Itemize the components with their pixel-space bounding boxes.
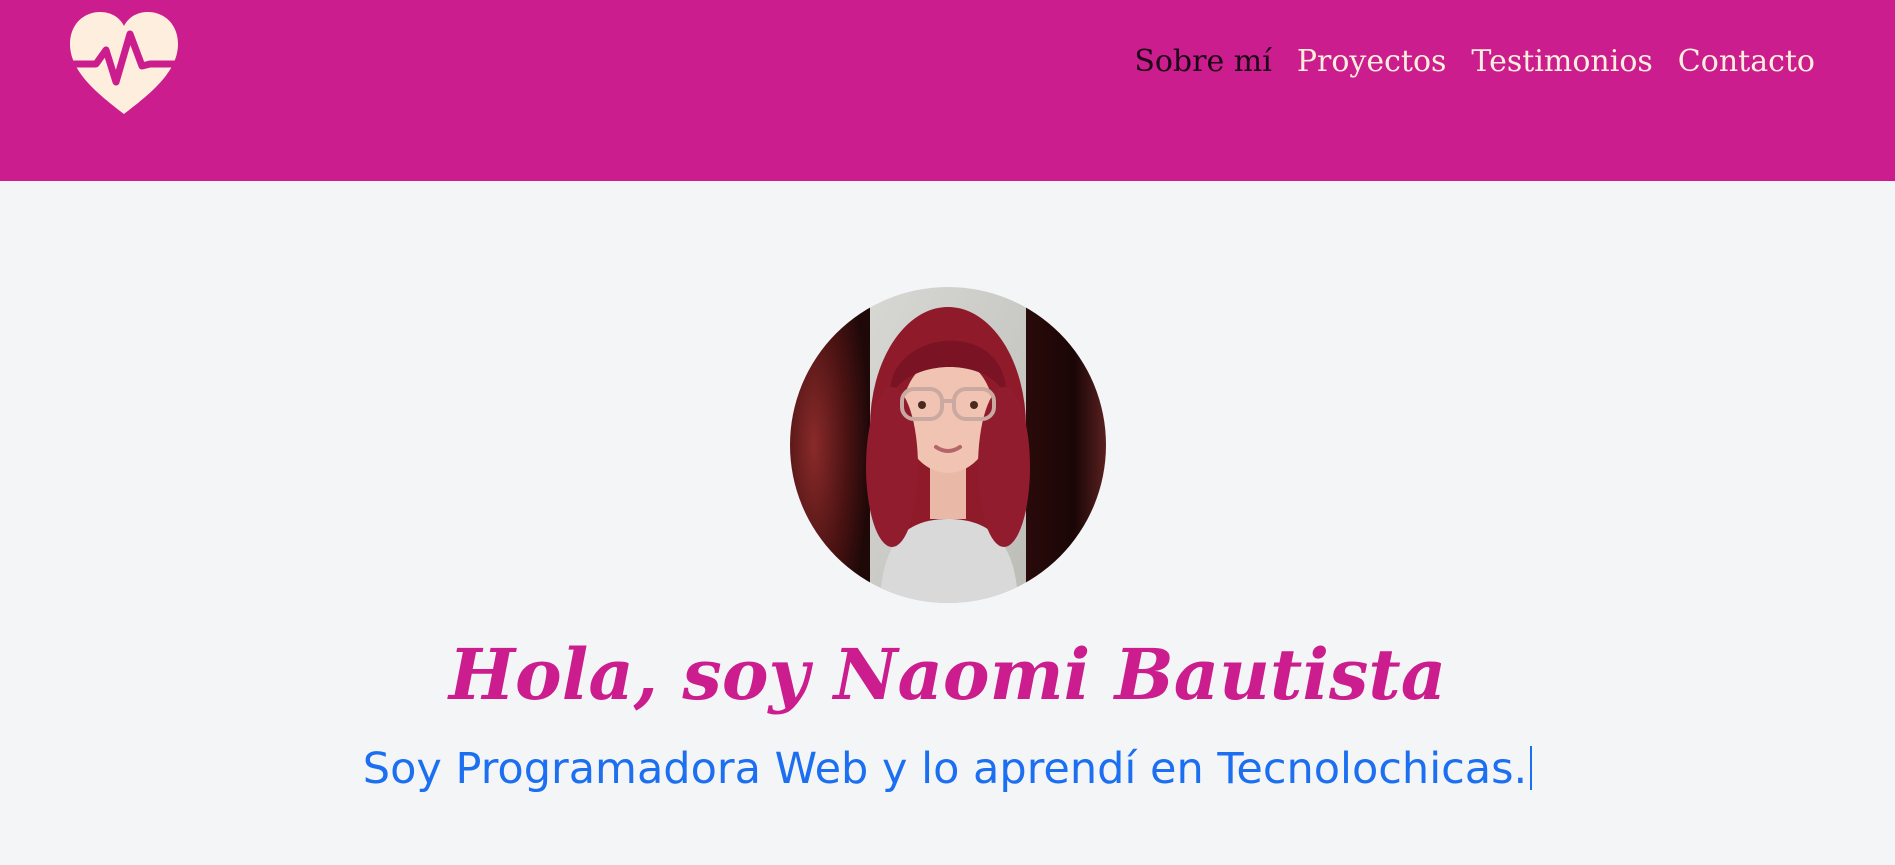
hero-subtitle-text: Soy Programadora Web y lo aprendí en Tec… [362,744,1528,794]
logo-link[interactable] [68,10,180,116]
nav-link-testimonios[interactable]: Testimonios [1471,44,1652,79]
hero-subtitle: Soy Programadora Web y lo aprendí en Tec… [0,744,1895,794]
site-header: Sobre mí Proyectos Testimonios Contacto [0,0,1895,181]
hero-title: Hola, soy Naomi Bautista [448,633,1447,716]
typing-cursor [1530,746,1533,790]
profile-photo [790,287,1106,603]
nav-link-contacto[interactable]: Contacto [1678,44,1815,79]
nav-link-proyectos[interactable]: Proyectos [1297,44,1447,79]
heart-pulse-icon [70,12,178,114]
profile-photo-image [790,287,1106,603]
main-nav: Sobre mí Proyectos Testimonios Contacto [1134,44,1815,79]
hero-section: Hola, soy Naomi Bautista Soy Programador… [0,181,1895,865]
nav-link-sobre-mi[interactable]: Sobre mí [1134,44,1272,79]
